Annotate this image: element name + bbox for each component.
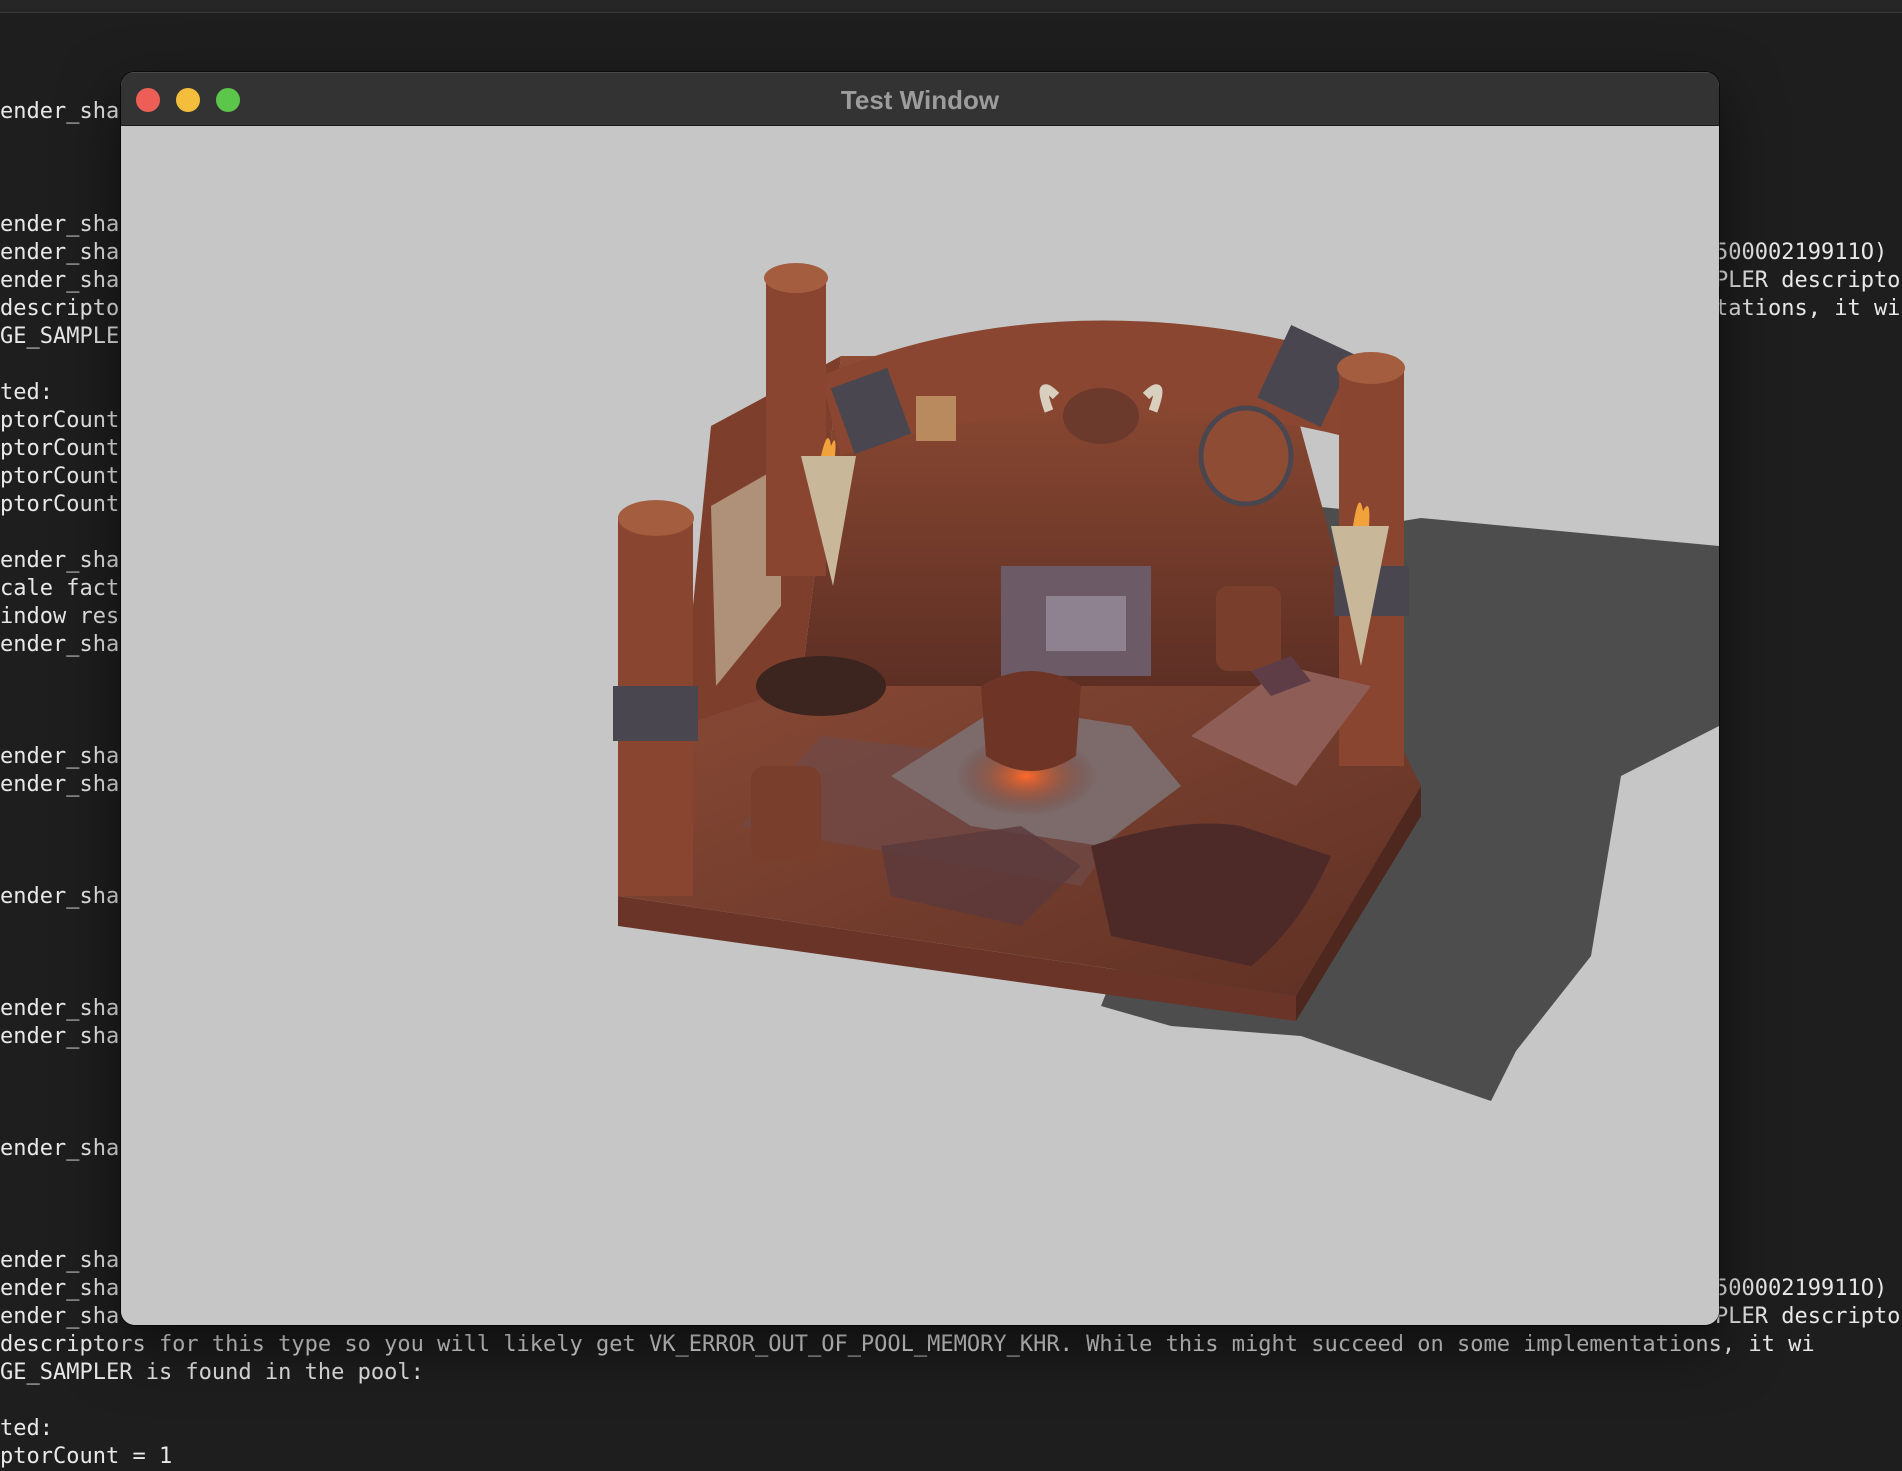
terminal-line: ender_sha xyxy=(0,632,120,657)
terminal-line: tations, it wi xyxy=(1715,296,1901,321)
terminal-line: ender_sha xyxy=(0,996,120,1021)
terminal-line: PLER descripto xyxy=(1715,268,1901,293)
terminal-line: ender_sha xyxy=(0,1276,120,1301)
terminal-line: ender_sha xyxy=(0,1304,120,1329)
terminal-line: ptorCount xyxy=(0,492,120,517)
terminal-line: ender_sha xyxy=(0,744,120,769)
terminal-line: indow res xyxy=(0,604,120,629)
terminal-line: ender_sha xyxy=(0,884,120,909)
terminal-line: ender_sha xyxy=(0,1024,120,1049)
test-window[interactable]: Test Window xyxy=(121,72,1719,1325)
terminal-line: 50000219911O) xyxy=(1715,1276,1888,1301)
round-table xyxy=(756,656,886,716)
terminal-line: PLER descripto xyxy=(1715,1304,1901,1329)
render-viewport[interactable] xyxy=(121,126,1719,1325)
pillar-top xyxy=(1337,352,1405,384)
pillar-back-left xyxy=(766,276,826,576)
pillar-band xyxy=(613,686,698,741)
barrel xyxy=(751,766,821,861)
cauldron xyxy=(981,671,1081,771)
viking-helmet xyxy=(1063,388,1139,444)
terminal-line: ted: xyxy=(0,1416,53,1441)
terminal-line: ptorCount xyxy=(0,436,120,461)
terminal-line: descripto xyxy=(0,296,120,321)
terminal-line: ptorCount xyxy=(0,408,120,433)
terminal-line: ender_sha xyxy=(0,1136,120,1161)
terminal-line: ender_sha xyxy=(0,548,120,573)
terminal-line: ender_sha xyxy=(0,212,120,237)
round-shield xyxy=(1198,405,1294,507)
mug xyxy=(916,396,956,441)
window-titlebar[interactable]: Test Window xyxy=(121,72,1719,126)
terminal-line: GE_SAMPLE xyxy=(0,324,120,349)
terminal-line: descriptors for this type so you will li… xyxy=(0,1332,1815,1357)
terminal-line: ender_sha xyxy=(0,268,120,293)
terminal-line: ted: xyxy=(0,380,53,405)
pillar-top xyxy=(764,263,828,293)
pillar-top xyxy=(618,500,694,536)
tavern-diorama-render xyxy=(613,263,1719,1101)
terminal-line: ender_sha xyxy=(0,240,120,265)
terminal-line: 50000219911O) xyxy=(1715,240,1888,265)
terminal-line: ptorCount = 1 xyxy=(0,1444,173,1469)
window-title: Test Window xyxy=(840,85,1000,115)
terminal-line: GE_SAMPLER is found in the pool: xyxy=(0,1360,424,1385)
terminal-line: ender_sha xyxy=(0,1248,120,1273)
altar-cloth xyxy=(1046,596,1126,651)
terminal-line: ender_sha xyxy=(0,99,120,124)
terminal-line: ptorCount xyxy=(0,464,120,489)
barrel xyxy=(1216,586,1281,671)
terminal-line: cale fact xyxy=(0,576,120,601)
terminal-line: ender_sha xyxy=(0,772,120,797)
